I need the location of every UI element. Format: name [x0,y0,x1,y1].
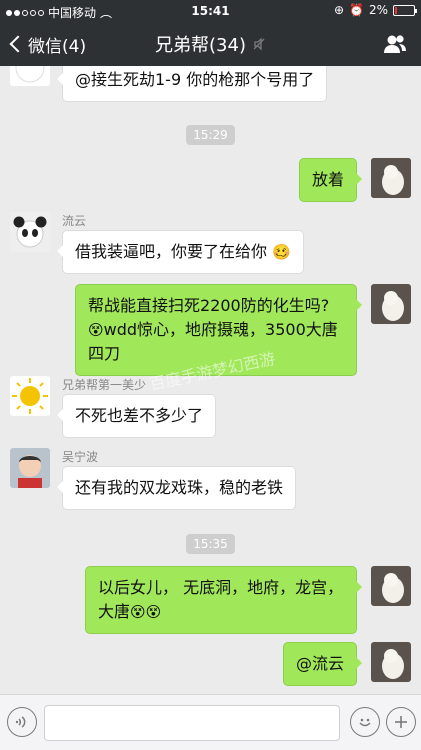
emoji-icon: 🥴 [272,243,291,261]
plus-button[interactable] [386,707,416,737]
timestamp-text: 15:35 [186,534,235,554]
message-text: 借我装逼吧，你要了在给你 [75,242,268,261]
message-line: 大唐 [98,602,131,621]
chat-title: 兄弟帮(34) [155,35,246,56]
voice-button[interactable] [7,707,37,737]
sender-name: 兄弟帮第一美少 [62,378,147,392]
timestamp: 15:35 [0,533,421,554]
battery-icon [393,4,417,16]
alarm-icon: ⏰ [349,3,364,17]
emoji-icon [359,718,371,727]
mute-icon [253,37,265,51]
avatar-self[interactable] [371,284,411,324]
timestamp: 15:29 [0,124,421,145]
message-bubble[interactable]: 帮战能直接扫死2200防的化生吗? 😵wdd惊心，地府摄魂，3500大唐 四刀 [75,284,362,376]
message-line: 以后女儿， 无底洞，地府，龙宫， [98,578,344,597]
emoji-button[interactable] [350,707,380,737]
message-input[interactable] [44,705,340,741]
message-text: 放着 [311,170,344,189]
voice-icon [15,716,26,728]
battery-percent: 2% [368,3,388,17]
group-members-icon[interactable] [383,33,407,55]
status-bar: 中国移动 ︵ 15:41 ⊕ ⏰ 2% [0,0,421,22]
message-text: @接生死劫1-9 你的枪那个号用了 [75,70,315,89]
emoji-icon: 😵 [88,321,104,339]
sender-name: 流云 [62,214,87,228]
message-bubble[interactable]: 不死也差不多少了 [56,394,217,438]
chat-area[interactable]: @接生死劫1-9 你的枪那个号用了 15:29 放着 流云 借我装逼吧，你要了在… [0,66,421,694]
avatar-self[interactable] [371,158,411,198]
message-bubble[interactable]: 放着 [298,158,363,202]
timestamp-text: 15:29 [186,125,235,145]
sender-name: 吴宁波 [62,450,99,464]
message-bubble[interactable]: @接生死劫1-9 你的枪那个号用了 [56,66,328,102]
message-bubble[interactable]: 以后女儿， 无底洞，地府，龙宫， 大唐😵😵 [85,566,362,634]
avatar-sun[interactable] [10,376,50,416]
message-text: 不死也差不多少了 [75,406,204,425]
plus-icon [395,716,407,728]
input-bar [0,694,421,750]
message-line: wdd惊心，地府摄魂，3500大唐 [103,320,338,339]
message-bubble[interactable]: @流云 [282,642,363,686]
message-bubble[interactable]: 借我装逼吧，你要了在给你 🥴 [57,230,304,274]
avatar-self[interactable] [371,566,411,606]
avatar-liuyun[interactable] [10,212,50,252]
nav-bar: 微信(4) 兄弟帮(34) [0,22,421,66]
lock-rotation-icon: ⊕ [333,3,344,17]
avatar-wuningbo[interactable] [10,448,50,488]
message-text: @流云 [295,654,344,673]
avatar-panda[interactable] [10,66,50,86]
message-bubble[interactable]: 还有我的双龙戏珠，稳的老铁 [56,466,297,510]
avatar-self[interactable] [371,642,411,682]
message-line: 帮战能直接扫死2200防的化生吗? [88,296,330,315]
message-text: 还有我的双龙戏珠，稳的老铁 [75,478,284,497]
chat-title-wrap: 兄弟帮(34) [0,22,421,66]
emoji-icon: 😵😵 [130,603,162,621]
message-line: 四刀 [88,344,121,363]
